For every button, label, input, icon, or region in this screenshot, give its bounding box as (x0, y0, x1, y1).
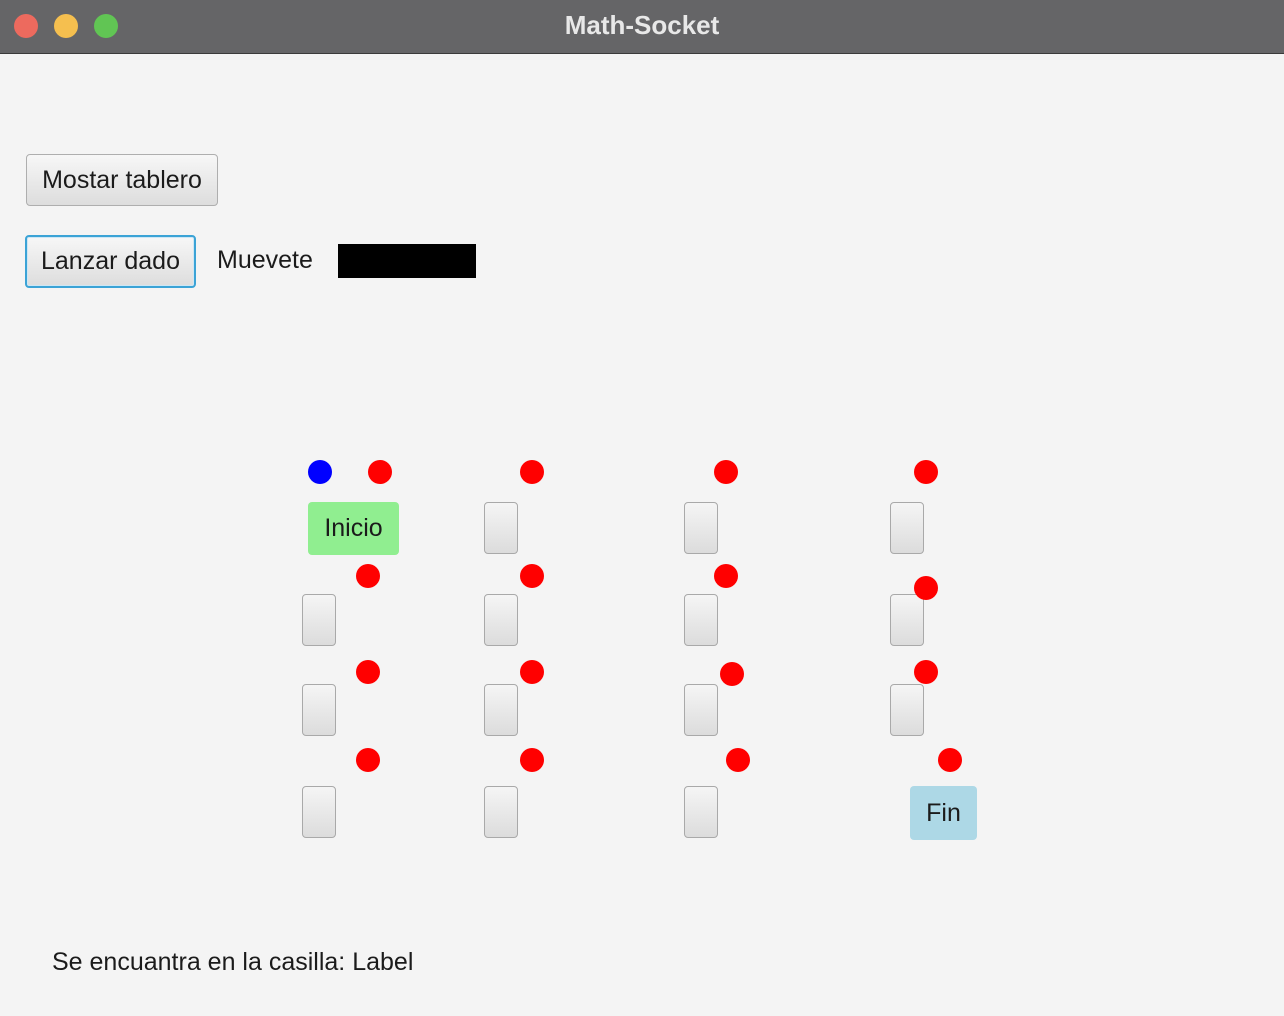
status-prefix: Se encuantra en la casilla: (52, 948, 346, 976)
title-bar: Math-Socket (0, 0, 1284, 54)
position-marker (938, 748, 962, 772)
move-label: Muevete (217, 246, 313, 274)
position-marker (356, 660, 380, 684)
position-marker (520, 748, 544, 772)
position-marker (520, 460, 544, 484)
board-cell[interactable] (484, 684, 518, 736)
position-marker (914, 660, 938, 684)
board-cell[interactable] (684, 594, 718, 646)
board-cell[interactable] (684, 502, 718, 554)
position-marker (368, 460, 392, 484)
roll-die-button[interactable]: Lanzar dado (25, 235, 196, 288)
board-cell[interactable] (684, 786, 718, 838)
board-cell[interactable] (684, 684, 718, 736)
show-board-button[interactable]: Mostar tablero (26, 154, 218, 206)
start-cell[interactable]: Inicio (308, 502, 399, 555)
position-marker (714, 564, 738, 588)
position-marker (356, 564, 380, 588)
board-cell[interactable] (484, 502, 518, 554)
player-token (308, 460, 332, 484)
app-window: Math-Socket Mostar tablero Lanzar dado M… (0, 0, 1284, 1016)
die-result-display (338, 244, 476, 278)
board-cell[interactable] (890, 502, 924, 554)
board-cell[interactable] (484, 786, 518, 838)
position-marker (726, 748, 750, 772)
board-cell[interactable] (890, 594, 924, 646)
position-marker (914, 576, 938, 600)
board-cell[interactable] (302, 684, 336, 736)
board-cell[interactable] (484, 594, 518, 646)
board-cell[interactable] (302, 786, 336, 838)
position-marker (520, 564, 544, 588)
end-cell[interactable]: Fin (910, 786, 977, 840)
main-content: Mostar tablero Lanzar dado Muevete Inici… (0, 54, 1284, 1016)
window-title: Math-Socket (564, 10, 720, 40)
position-marker (720, 662, 744, 686)
position-marker (520, 660, 544, 684)
position-marker (914, 460, 938, 484)
board-cell[interactable] (890, 684, 924, 736)
position-marker (356, 748, 380, 772)
status-value: Label (352, 948, 414, 976)
board-cell[interactable] (302, 594, 336, 646)
status-line: Se encuantra en la casilla: Label (52, 948, 413, 977)
position-marker (714, 460, 738, 484)
